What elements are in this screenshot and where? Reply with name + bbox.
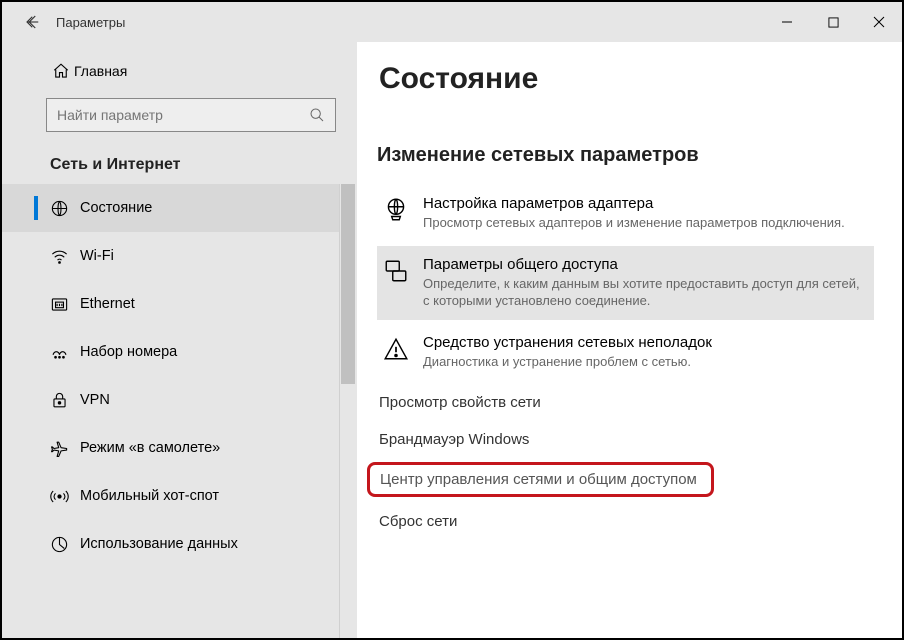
- nav-item-label: Ethernet: [80, 296, 135, 312]
- nav-home-label: Главная: [74, 63, 127, 79]
- dialup-icon: [50, 343, 80, 362]
- setting-title: Средство устранения сетевых неполадок: [423, 334, 868, 351]
- nav-item-hotspot[interactable]: Мобильный хот-спот: [2, 472, 357, 520]
- troubleshoot-row[interactable]: Средство устранения сетевых неполадок Ди…: [377, 324, 874, 381]
- nav-item-datausage[interactable]: Использование данных: [2, 520, 357, 568]
- airplane-icon: [50, 439, 80, 458]
- nav-item-label: Режим «в самолете»: [80, 440, 220, 456]
- link-network-center[interactable]: Центр управления сетями и общим доступом: [367, 462, 714, 497]
- nav-item-label: Мобильный хот-спот: [80, 488, 219, 504]
- setting-desc: Просмотр сетевых адаптеров и изменение п…: [423, 214, 868, 232]
- link-reset-network[interactable]: Сброс сети: [377, 503, 874, 540]
- status-icon: [50, 199, 80, 218]
- nav-list: Состояние Wi-Fi Ethernet: [2, 184, 357, 638]
- data-usage-icon: [50, 535, 80, 554]
- maximize-button[interactable]: [810, 2, 856, 42]
- wifi-icon: [50, 247, 80, 266]
- nav-item-ethernet[interactable]: Ethernet: [2, 280, 357, 328]
- back-button[interactable]: [14, 2, 52, 42]
- titlebar: Параметры: [2, 2, 902, 42]
- nav-item-label: Состояние: [80, 200, 152, 216]
- sharing-icon: [383, 256, 423, 310]
- close-button[interactable]: [856, 2, 902, 42]
- nav-item-wifi[interactable]: Wi-Fi: [2, 232, 357, 280]
- warning-icon: [383, 334, 423, 371]
- nav-item-label: VPN: [80, 392, 110, 408]
- setting-desc: Диагностика и устранение проблем с сетью…: [423, 353, 868, 371]
- nav-item-label: Использование данных: [80, 536, 238, 552]
- link-firewall[interactable]: Брандмауэр Windows: [377, 421, 874, 458]
- section-title: Изменение сетевых параметров: [377, 144, 874, 167]
- sidebar: Главная Сеть и Интернет Состояние: [2, 42, 357, 638]
- vpn-icon: [50, 391, 80, 410]
- scrollbar-thumb[interactable]: [341, 184, 355, 384]
- sidebar-scrollbar[interactable]: [339, 184, 357, 638]
- main-content: Состояние Изменение сетевых параметров Н…: [357, 42, 902, 638]
- adapter-icon: [383, 195, 423, 232]
- nav-item-dialup[interactable]: Набор номера: [2, 328, 357, 376]
- nav-item-status[interactable]: Состояние: [2, 184, 357, 232]
- nav-item-airplane[interactable]: Режим «в самолете»: [2, 424, 357, 472]
- search-input[interactable]: [57, 107, 309, 123]
- page-title: Состояние: [377, 62, 874, 96]
- setting-desc: Определите, к каким данным вы хотите пре…: [423, 275, 868, 310]
- nav-item-label: Набор номера: [80, 344, 177, 360]
- nav-item-vpn[interactable]: VPN: [2, 376, 357, 424]
- hotspot-icon: [50, 487, 80, 506]
- window-title: Параметры: [52, 15, 125, 30]
- sidebar-category-title: Сеть и Интернет: [2, 132, 357, 184]
- setting-title: Параметры общего доступа: [423, 256, 868, 273]
- minimize-icon: [781, 16, 793, 28]
- maximize-icon: [828, 17, 839, 28]
- setting-title: Настройка параметров адаптера: [423, 195, 868, 212]
- close-icon: [873, 16, 885, 28]
- adapter-settings-row[interactable]: Настройка параметров адаптера Просмотр с…: [377, 185, 874, 242]
- link-view-properties[interactable]: Просмотр свойств сети: [377, 384, 874, 421]
- nav-item-label: Wi-Fi: [80, 248, 114, 264]
- search-box[interactable]: [46, 98, 336, 132]
- search-icon: [309, 107, 325, 123]
- home-icon: [52, 62, 74, 80]
- minimize-button[interactable]: [764, 2, 810, 42]
- nav-home[interactable]: Главная: [2, 58, 357, 88]
- sharing-settings-row[interactable]: Параметры общего доступа Определите, к к…: [377, 246, 874, 320]
- ethernet-icon: [50, 295, 80, 314]
